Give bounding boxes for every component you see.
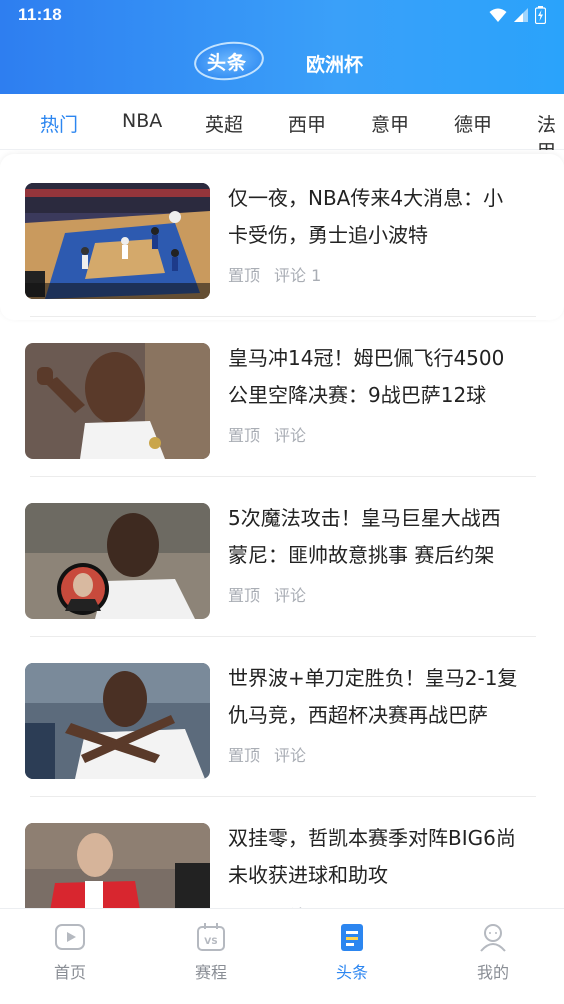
news-meta: 置顶 评论 1: [228, 262, 321, 286]
news-list[interactable]: 仅一夜，NBA传来4大消息：小 卡受伤，勇士追小波特 置顶 评论 1 皇马冲14…: [0, 150, 564, 908]
tab-toutiao[interactable]: 头条: [192, 38, 266, 84]
news-item[interactable]: 世界波+单刀定胜负！皇马2-1复 仇马竞，西超杯决赛再战巴萨 置顶 评论: [0, 630, 564, 790]
news-item[interactable]: 皇马冲14冠！姆巴佩飞行4500 公里空降决赛：9战巴萨12球 置顶 评论: [0, 310, 564, 470]
play-icon: [55, 924, 85, 950]
league-tab-hot[interactable]: 热门: [40, 110, 78, 137]
nav-schedule-label: 赛程: [194, 963, 227, 982]
vs-calendar-icon: VS: [197, 923, 225, 951]
nav-headlines[interactable]: 头条: [312, 921, 392, 983]
nav-home-label: 首页: [53, 963, 86, 982]
news-thumbnail-zinchenko[interactable]: [25, 823, 210, 908]
nav-schedule[interactable]: VS 赛程: [171, 921, 251, 983]
status-icons: [489, 6, 546, 24]
app-header: 11:18 头条 欧洲杯: [0, 0, 564, 94]
user-icon: [480, 924, 506, 952]
league-tab-laliga[interactable]: 西甲: [288, 110, 326, 137]
news-item[interactable]: 双挂零，哲凯本赛季对阵BIG6尚 未收获进球和助攻 置顶 评论: [0, 790, 564, 908]
pin-tag: 置顶: [228, 586, 261, 605]
news-meta: 置顶 评论: [228, 582, 306, 606]
comment-count: 1: [311, 266, 322, 285]
comment-label: 评论: [274, 746, 307, 765]
news-title[interactable]: 皇马冲14冠！姆巴佩飞行4500 公里空降决赛：9战巴萨12球: [228, 340, 544, 414]
nav-headlines-label: 头条: [335, 963, 368, 982]
nav-profile[interactable]: 我的: [453, 921, 533, 983]
wifi-icon: [489, 8, 507, 22]
news-thumbnail-mbappe[interactable]: [25, 343, 210, 459]
league-tab-seriea[interactable]: 意甲: [371, 110, 409, 137]
league-tab-epl[interactable]: 英超: [205, 110, 243, 137]
news-thumbnail-rodrygo[interactable]: [25, 663, 210, 779]
news-title[interactable]: 世界波+单刀定胜负！皇马2-1复 仇马竞，西超杯决赛再战巴萨: [228, 660, 544, 734]
news-title[interactable]: 5次魔法攻击！皇马巨星大战西 蒙尼：匪帅故意挑事 赛后约架: [228, 500, 544, 574]
news-title[interactable]: 双挂零，哲凯本赛季对阵BIG6尚 未收获进球和助攻: [228, 820, 544, 894]
news-meta: 置顶 评论: [228, 422, 306, 446]
nav-home[interactable]: 首页: [30, 921, 110, 983]
svg-text:VS: VS: [204, 937, 217, 947]
comment-label: 评论: [274, 426, 307, 445]
battery-icon: [535, 6, 546, 24]
news-title[interactable]: 仅一夜，NBA传来4大消息：小 卡受伤，勇士追小波特: [228, 180, 544, 254]
document-icon: [341, 924, 363, 951]
tab-toutiao-label: 头条: [206, 52, 247, 74]
bottom-nav: 首页 VS 赛程 头条 我的: [0, 908, 564, 1004]
nav-profile-label: 我的: [476, 963, 509, 982]
pin-tag: 置顶: [228, 746, 261, 765]
league-tab-bundesliga[interactable]: 德甲: [454, 110, 492, 137]
header-tabs: 头条 欧洲杯: [0, 30, 564, 94]
tab-euro-cup[interactable]: 欧洲杯: [306, 50, 363, 77]
status-time: 11:18: [18, 5, 63, 24]
news-meta: 置顶 评论: [228, 742, 306, 766]
pin-tag: 置顶: [228, 426, 261, 445]
signal-icon: [514, 8, 528, 22]
comment-label: 评论 1: [274, 266, 322, 285]
news-thumbnail-vinicius[interactable]: [25, 503, 210, 619]
league-tab-nba[interactable]: NBA: [122, 110, 162, 132]
news-thumbnail-basketball[interactable]: [25, 183, 210, 299]
news-item[interactable]: 仅一夜，NBA传来4大消息：小 卡受伤，勇士追小波特 置顶 评论 1: [0, 150, 564, 310]
news-item[interactable]: 5次魔法攻击！皇马巨星大战西 蒙尼：匪帅故意挑事 赛后约架 置顶 评论: [0, 470, 564, 630]
status-bar: 11:18: [0, 0, 564, 32]
comment-label: 评论: [274, 586, 307, 605]
pin-tag: 置顶: [228, 266, 261, 285]
league-tab-bar: 热门 NBA 英超 西甲 意甲 德甲 法甲: [0, 94, 564, 163]
